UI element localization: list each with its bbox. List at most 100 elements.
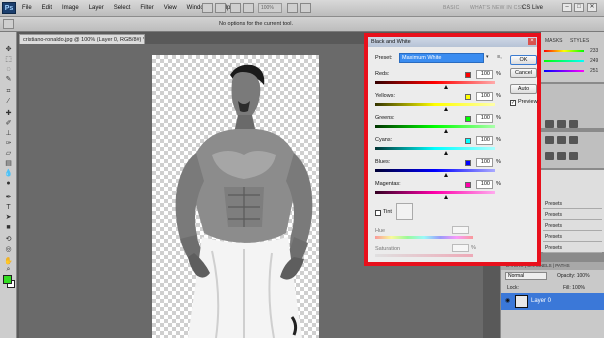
blend-mode-select[interactable]: Normal xyxy=(505,272,547,280)
menu-image[interactable]: Image xyxy=(62,0,79,17)
yellows-slider[interactable] xyxy=(375,103,495,106)
tab-styles[interactable]: STYLES xyxy=(570,38,589,44)
zoom-icon[interactable]: ⌕ xyxy=(4,266,13,274)
layer-row[interactable]: ◉ Layer 0 xyxy=(501,293,604,310)
opacity-field[interactable]: Opacity: 100% xyxy=(557,273,590,279)
color-balance-icon[interactable] xyxy=(557,136,566,144)
blues-slider[interactable] xyxy=(375,169,495,172)
dodge-tool-icon[interactable]: ● xyxy=(4,180,13,188)
history-brush-tool-icon[interactable]: ✑ xyxy=(4,140,13,148)
hand-icon[interactable]: ✋ xyxy=(4,258,13,266)
menu-filter[interactable]: Filter xyxy=(140,0,153,17)
3d-rotate-tool-icon[interactable]: ⟲ xyxy=(4,236,13,244)
greens-input[interactable]: 100 xyxy=(476,114,493,123)
shape-tool-icon[interactable]: ■ xyxy=(4,224,13,232)
brightness-icon[interactable] xyxy=(545,120,554,128)
menu-select[interactable]: Select xyxy=(114,0,131,17)
list-item[interactable]: Presets xyxy=(543,233,602,242)
preset-select[interactable]: Maximum White xyxy=(399,53,484,63)
mini-bridge-icon[interactable] xyxy=(215,3,226,13)
greens-slider-handle[interactable] xyxy=(444,129,448,133)
pen-tool-icon[interactable]: ✒ xyxy=(4,194,13,202)
levels-icon[interactable] xyxy=(557,120,566,128)
tint-color-swatch[interactable] xyxy=(396,203,413,220)
blur-tool-icon[interactable]: 💧 xyxy=(4,170,13,178)
quick-select-tool-icon[interactable]: ✎ xyxy=(4,76,13,84)
zoom-level-field[interactable]: 100% xyxy=(258,3,282,13)
menu-view[interactable]: View xyxy=(164,0,177,17)
tool-preset-icon[interactable] xyxy=(3,19,14,29)
list-item[interactable]: Presets xyxy=(543,211,602,220)
menu-edit[interactable]: Edit xyxy=(42,0,52,17)
close-button[interactable]: ✕ xyxy=(587,3,597,12)
ok-button[interactable]: OK xyxy=(510,55,537,65)
yellows-slider-handle[interactable] xyxy=(444,107,448,111)
close-icon[interactable]: × xyxy=(528,38,536,45)
image-canvas[interactable] xyxy=(152,55,319,338)
healing-brush-tool-icon[interactable]: ✚ xyxy=(4,110,13,118)
tab-masks[interactable]: MASKS xyxy=(545,38,563,44)
3d-orbit-tool-icon[interactable]: ◎ xyxy=(4,246,13,254)
list-item[interactable]: Presets xyxy=(543,200,602,209)
hue-saturation-icon[interactable] xyxy=(545,136,554,144)
list-item[interactable]: Presets xyxy=(543,222,602,231)
cs-live-button[interactable]: CS Live xyxy=(522,0,543,17)
cyans-slider-handle[interactable] xyxy=(444,151,448,155)
red-slider[interactable] xyxy=(544,50,584,52)
minimize-button[interactable]: – xyxy=(562,3,572,12)
clone-stamp-tool-icon[interactable]: ⊥ xyxy=(4,130,13,138)
hue-input[interactable] xyxy=(452,226,469,234)
magentas-slider[interactable] xyxy=(375,191,495,194)
auto-button[interactable]: Auto xyxy=(510,84,537,94)
tint-checkbox[interactable] xyxy=(375,210,381,216)
cancel-button[interactable]: Cancel xyxy=(510,68,537,78)
blues-input[interactable]: 100 xyxy=(476,158,493,167)
menu-file[interactable]: File xyxy=(22,0,32,17)
posterize-icon[interactable] xyxy=(557,152,566,160)
yellows-input[interactable]: 100 xyxy=(476,92,493,101)
crop-tool-icon[interactable]: ⌗ xyxy=(4,88,13,96)
foreground-color-swatch[interactable] xyxy=(3,275,12,284)
green-slider[interactable] xyxy=(544,60,584,62)
eye-icon[interactable]: ◉ xyxy=(505,298,513,304)
workspace-whats-new[interactable]: WHAT'S NEW IN CS5 xyxy=(470,0,524,17)
saturation-slider[interactable] xyxy=(375,254,473,257)
maximize-button[interactable]: □ xyxy=(574,3,584,12)
brush-tool-icon[interactable]: ✐ xyxy=(4,120,13,128)
greens-slider[interactable] xyxy=(375,125,495,128)
cyans-input[interactable]: 100 xyxy=(476,136,493,145)
chevron-down-icon[interactable]: ▾ xyxy=(486,54,489,60)
cyans-slider[interactable] xyxy=(375,147,495,150)
eyedropper-tool-icon[interactable]: ⁄ xyxy=(4,98,13,106)
fill-field[interactable]: Fill: 100% xyxy=(563,285,585,291)
reds-slider[interactable] xyxy=(375,81,495,84)
blues-slider-handle[interactable] xyxy=(444,173,448,177)
document-tab[interactable]: cristiano-ronaldo.jpg @ 100% (Layer 0, R… xyxy=(19,34,145,44)
eraser-tool-icon[interactable]: ▱ xyxy=(4,150,13,158)
list-item[interactable]: Presets xyxy=(543,244,602,253)
saturation-input[interactable] xyxy=(452,244,469,252)
zoom-tool-icon[interactable] xyxy=(243,3,254,13)
lasso-tool-icon[interactable]: ◌ xyxy=(4,66,13,74)
black-white-icon[interactable] xyxy=(569,136,578,144)
magentas-slider-handle[interactable] xyxy=(444,195,448,199)
magentas-input[interactable]: 100 xyxy=(476,180,493,189)
arrange-documents-icon[interactable] xyxy=(287,3,298,13)
hand-tool-icon[interactable] xyxy=(230,3,241,13)
gradient-tool-icon[interactable]: ▤ xyxy=(4,160,13,168)
marquee-tool-icon[interactable]: ⬚ xyxy=(4,56,13,64)
move-tool-icon[interactable]: ✥ xyxy=(4,46,13,54)
blue-slider[interactable] xyxy=(544,70,584,72)
curves-icon[interactable] xyxy=(569,120,578,128)
threshold-icon[interactable] xyxy=(569,152,578,160)
bridge-icon[interactable] xyxy=(202,3,213,13)
invert-icon[interactable] xyxy=(545,152,554,160)
reds-input[interactable]: 100 xyxy=(476,70,493,79)
hue-slider[interactable] xyxy=(375,236,473,239)
menu-layer[interactable]: Layer xyxy=(89,0,104,17)
preset-options-icon[interactable]: ≡, xyxy=(497,54,502,60)
workspace-basic[interactable]: BASIC xyxy=(443,0,460,17)
preview-checkbox[interactable]: ✓ xyxy=(510,100,516,106)
screen-mode-icon[interactable] xyxy=(300,3,311,13)
path-select-tool-icon[interactable]: ➤ xyxy=(4,214,13,222)
